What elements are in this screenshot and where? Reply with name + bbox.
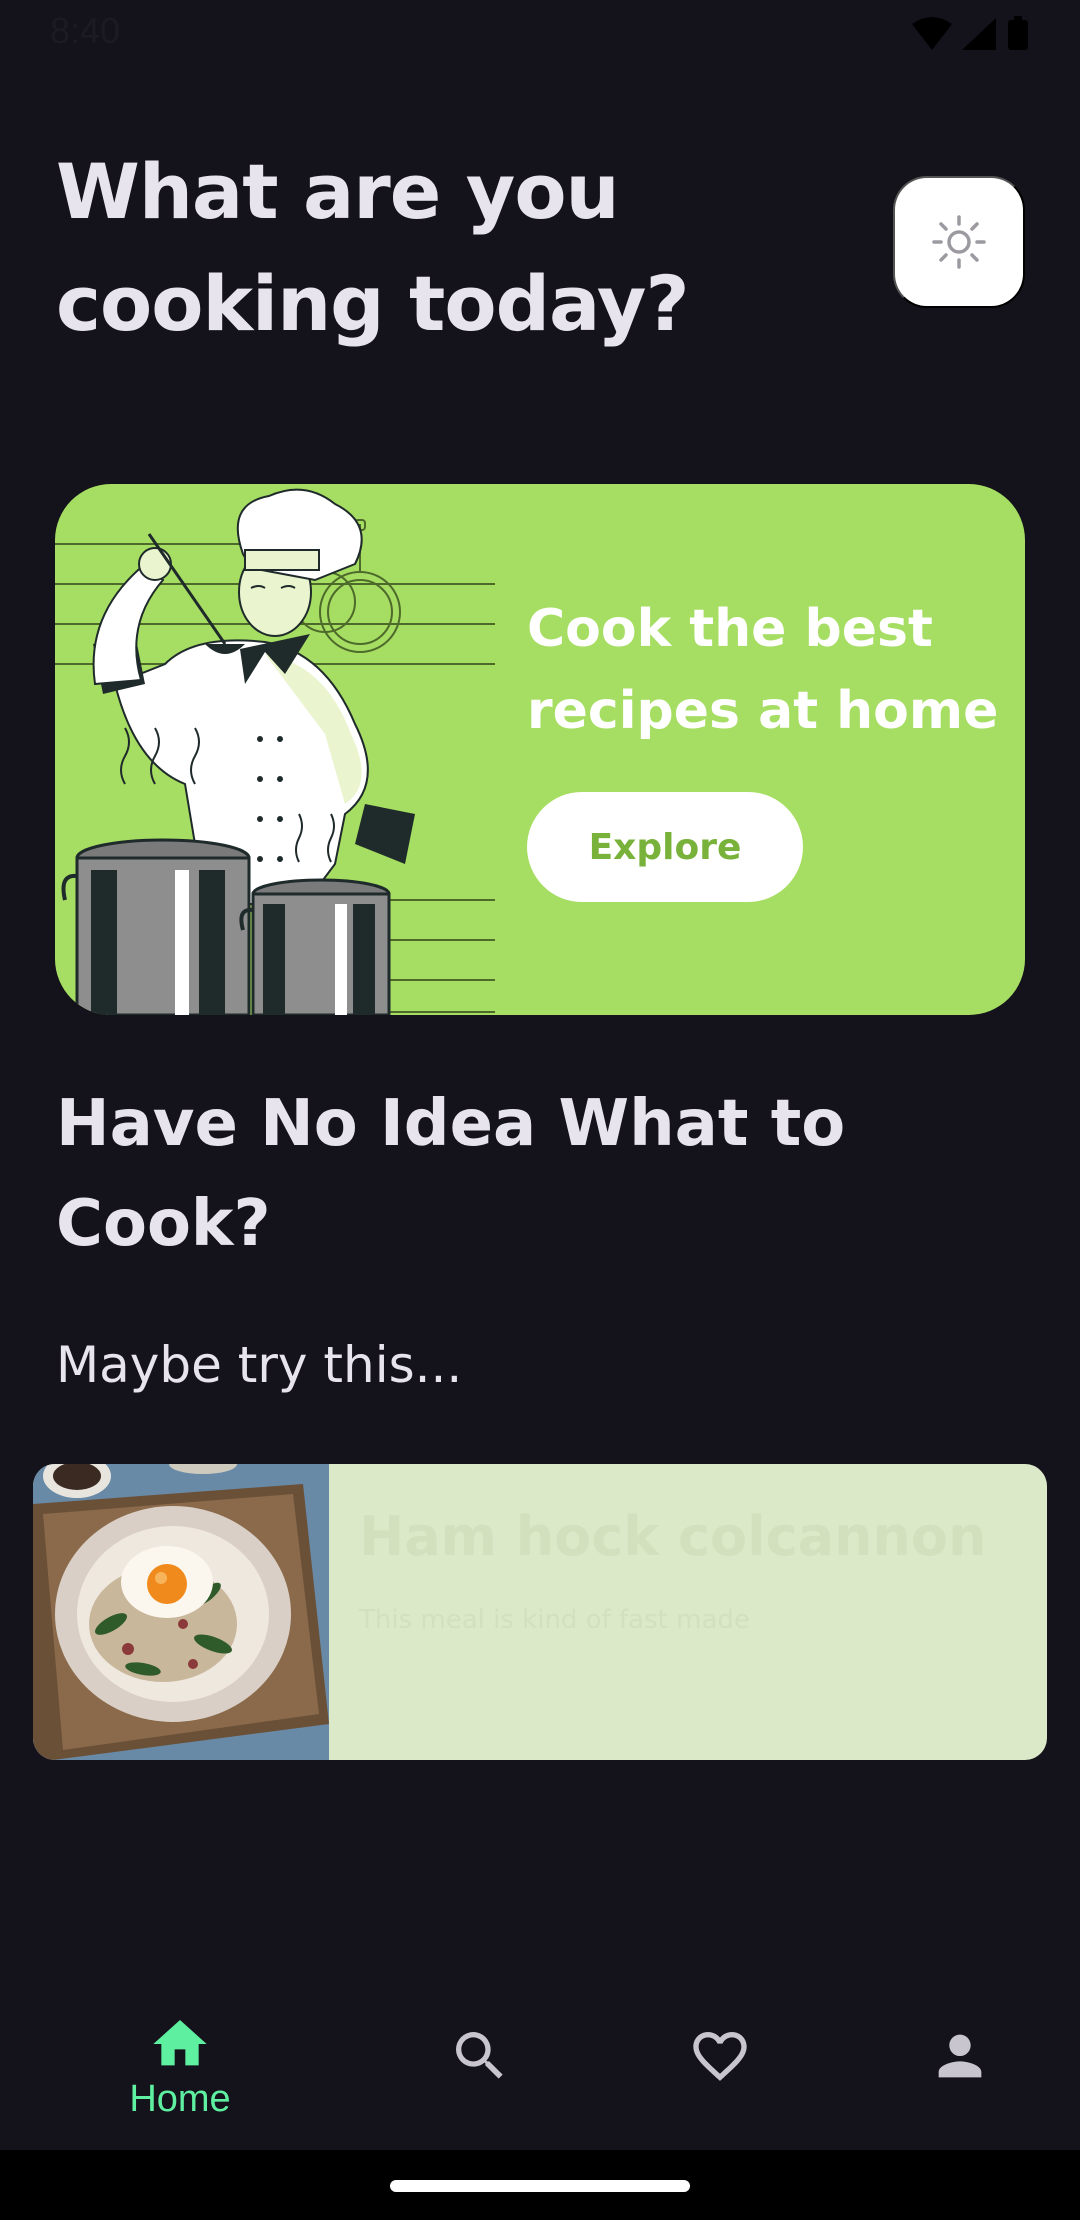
chef-illustration: [55, 488, 495, 1015]
banner-title: Cook the best recipes at home: [527, 599, 999, 741]
recipe-image: [33, 1464, 329, 1760]
nav-item-home[interactable]: Home: [80, 1990, 280, 2150]
section-title: Have No Idea What to Cook?: [56, 1087, 846, 1261]
section-subtitle: Maybe try this...: [56, 1336, 463, 1394]
home-icon: [153, 2020, 207, 2066]
status-time: 8:40: [50, 10, 121, 51]
bottom-navigation: Home: [0, 1990, 1080, 2150]
nav-label-home: Home: [129, 2078, 231, 2120]
recipe-description: This meal is kind of fast made: [359, 1605, 750, 1635]
explore-button[interactable]: Explore: [527, 792, 803, 902]
battery-icon: [1008, 20, 1028, 50]
signal-icon: [962, 18, 996, 50]
home-screen: 8:40 What are you cooking today? Cook th…: [0, 0, 1080, 2220]
profile-icon: [938, 2034, 982, 2078]
theme-toggle-button[interactable]: [893, 176, 1025, 308]
status-bar: 8:40: [0, 0, 1080, 66]
recipe-card[interactable]: Ham hock colcannon This meal is kind of …: [33, 1464, 1047, 1760]
page-title: What are you cooking today?: [56, 147, 690, 348]
sun-icon: [932, 215, 986, 269]
home-indicator[interactable]: [390, 2180, 690, 2192]
recipe-title: Ham hock colcannon: [359, 1505, 987, 1568]
search-icon: [456, 2032, 503, 2079]
promo-banner: Cook the best recipes at home Explore: [55, 484, 1025, 1015]
wifi-icon: [912, 17, 952, 50]
nav-item-favorites[interactable]: [620, 1990, 820, 2150]
status-icons: [912, 16, 1028, 50]
heart-icon: [693, 2032, 747, 2081]
nav-item-search[interactable]: [380, 1990, 580, 2150]
nav-item-profile[interactable]: [860, 1990, 1060, 2150]
